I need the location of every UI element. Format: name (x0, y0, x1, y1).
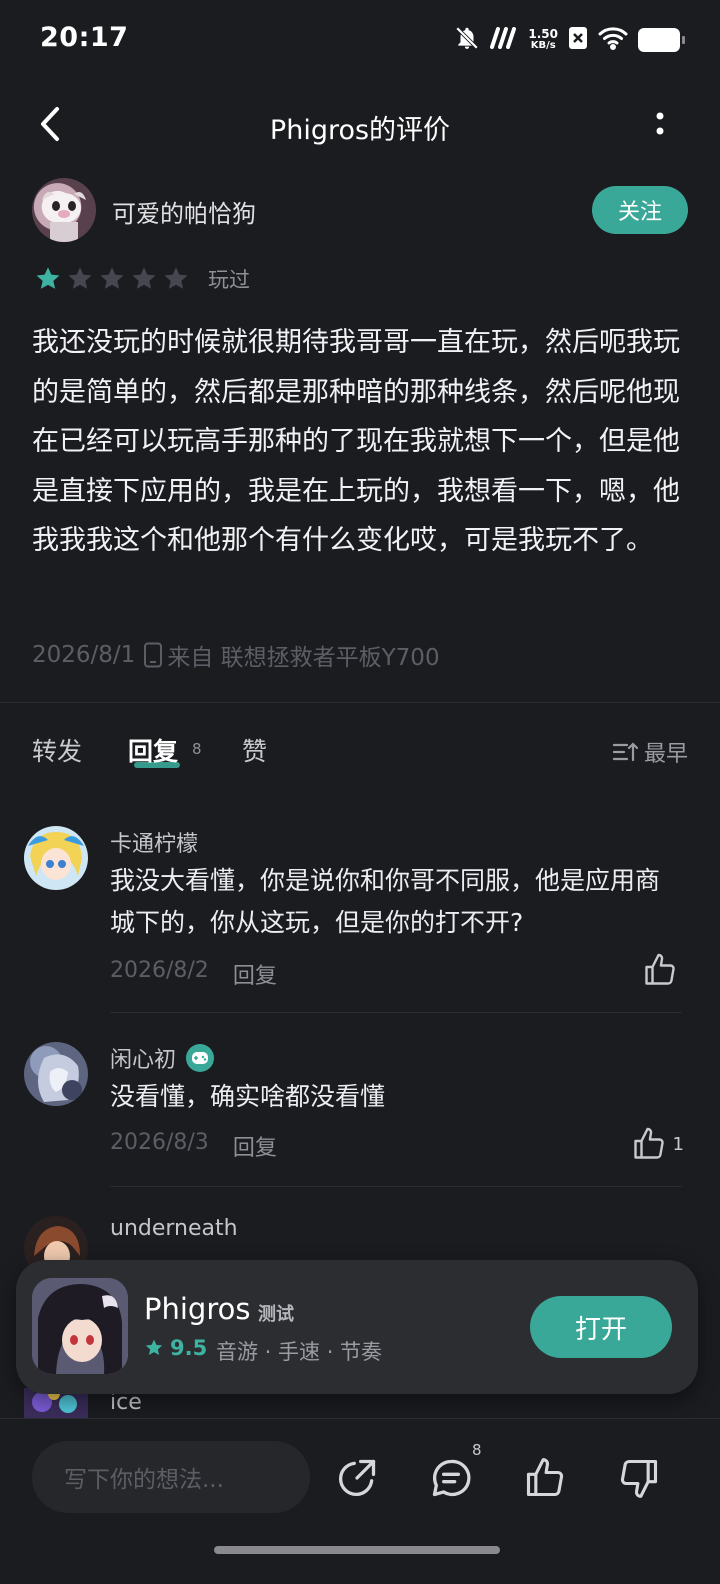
tab-reply[interactable]: 回复 (128, 732, 178, 768)
app-test-tag: 测试 (258, 1304, 294, 1325)
sim-x-icon (568, 26, 588, 54)
commenter-name-text: 卡通柠檬 (110, 832, 199, 857)
home-indicator[interactable] (214, 1546, 500, 1554)
played-label: 玩过 (208, 268, 250, 292)
sort-button[interactable]: 最早 (612, 736, 688, 768)
thumbs-up-icon (633, 1127, 664, 1159)
comment-reply-button[interactable]: 回复 (233, 1130, 277, 1162)
thumbs-up-icon (645, 953, 675, 985)
divider (0, 702, 720, 703)
status-bar: 20:17 1.50 KB/s (0, 0, 720, 80)
sort-icon (612, 742, 638, 762)
review-source: 来自 联想拯救者平板Y700 (167, 645, 440, 671)
app-score-value: 9.5 (170, 1336, 208, 1360)
comment-icon (432, 1459, 471, 1497)
screen: 20:17 1.50 KB/s Phigros的评价 可爱的帕恰狗 关注 玩过 … (0, 0, 720, 1584)
app-categories: 音游 · 手速 · 节奏 (216, 1340, 383, 1364)
comment-item: 卡通柠檬 我没大看懂，你是说你和你哥不同服，他是应用商城下的，你从这玩，但是你的… (24, 826, 688, 1016)
comment-like-button[interactable] (642, 952, 684, 988)
gamepad-badge-icon (186, 1044, 215, 1072)
star-empty-icon (160, 263, 192, 295)
comment-divider (110, 1012, 682, 1013)
commenter-avatar[interactable] (24, 1042, 88, 1106)
commenter-avatar[interactable] (24, 826, 88, 890)
review-text: 我还没玩的时候就很期待我哥哥一直在玩，然后呃我玩的是简单的，然后都是那种暗的那种… (32, 327, 680, 556)
review-date: 2026/8/1 (32, 642, 136, 668)
comment-text: 我没大看懂，你是说你和你哥不同服，他是应用商城下的，你从这玩，但是你的打不开? (110, 866, 661, 937)
sort-label: 最早 (643, 742, 688, 767)
comment-like-button[interactable]: 1 (631, 1126, 684, 1162)
dislike-button[interactable] (614, 1453, 664, 1503)
tabs: 转发 回复 8 赞 最早 (32, 732, 688, 772)
star-empty-icon (64, 263, 96, 295)
more-vertical-icon (656, 112, 664, 135)
speed-value: 1.50 (528, 27, 558, 41)
more-button[interactable] (640, 104, 680, 144)
open-app-button[interactable]: 打开 (530, 1296, 672, 1358)
share-button[interactable] (332, 1453, 382, 1503)
comment-like-count: 1 (672, 1133, 684, 1155)
bottom-bar: 写下你的想法... 8 (0, 1418, 720, 1584)
author-row: 可爱的帕恰狗 关注 (32, 178, 688, 242)
share-icon (338, 1459, 376, 1497)
star-filled-icon (32, 263, 64, 295)
status-time: 20:17 (40, 22, 129, 53)
comments-count: 8 (472, 1441, 482, 1459)
comment-date: 2026/8/3 (110, 1130, 209, 1155)
app-score: 9.5 (144, 1336, 207, 1360)
comment-item: 闲心初 没看懂，确实啥都没看懂 2026/8/3 回复 1 (24, 1042, 688, 1192)
app-card[interactable]: Phigros 测试 9.5 音游 · 手速 · 节奏 打开 (16, 1260, 698, 1394)
signal-icon (490, 27, 518, 53)
thumbs-down-icon (620, 1459, 658, 1498)
thumbs-up-icon (526, 1458, 564, 1497)
rating-row: 玩过 (32, 262, 250, 296)
comment-meta: 2026/8/3 回复 (110, 1130, 277, 1162)
tab-reply-count: 8 (192, 740, 202, 758)
network-speed: 1.50 KB/s (528, 28, 558, 52)
commenter-name[interactable]: underneath (110, 1216, 238, 1241)
star-empty-icon (96, 263, 128, 295)
comment-text: 没看懂，确实啥都没看懂 (110, 1082, 386, 1111)
comment-reply-button[interactable]: 回复 (233, 958, 277, 990)
tab-like[interactable]: 赞 (242, 732, 267, 768)
star-empty-icon (128, 263, 160, 295)
title-bar: Phigros的评价 (0, 90, 720, 160)
follow-button[interactable]: 关注 (592, 186, 688, 234)
comment-input[interactable]: 写下你的想法... (32, 1441, 310, 1513)
comment-divider (110, 1186, 682, 1187)
speed-unit: KB/s (530, 40, 556, 51)
comment-date: 2026/8/2 (110, 958, 209, 983)
comments-button[interactable] (426, 1453, 476, 1503)
mute-bell-icon (454, 25, 480, 55)
tablet-icon (143, 642, 163, 668)
author-name[interactable]: 可爱的帕恰狗 (112, 194, 256, 229)
star-filled-icon (145, 1339, 163, 1355)
page-title: Phigros的评价 (269, 115, 451, 146)
commenter-name-text: underneath (110, 1216, 238, 1241)
like-button[interactable] (520, 1453, 570, 1503)
tab-repost[interactable]: 转发 (32, 732, 82, 768)
author-avatar[interactable] (32, 178, 96, 242)
wifi-icon (598, 26, 628, 54)
app-icon (32, 1278, 128, 1374)
review-meta: 2026/8/1 来自 联想拯救者平板Y700 (32, 638, 440, 672)
app-name: Phigros (144, 1292, 251, 1326)
commenter-name[interactable]: 闲心初 (110, 1042, 215, 1074)
battery-icon (638, 28, 685, 52)
status-icons: 1.50 KB/s (454, 24, 685, 56)
commenter-name[interactable]: 卡通柠檬 (110, 826, 198, 858)
commenter-name-text: 闲心初 (110, 1048, 177, 1073)
comment-meta: 2026/8/2 回复 (110, 958, 277, 990)
